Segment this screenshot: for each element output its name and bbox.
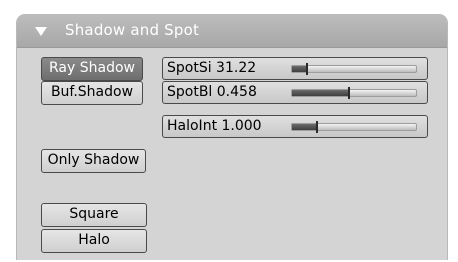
spot-size-handle[interactable] <box>305 63 308 75</box>
halo-intensity-slider[interactable]: HaloInt 1.000 <box>162 115 428 138</box>
halo-intensity-track[interactable] <box>291 121 417 133</box>
spot-blend-slider[interactable]: SpotBl 0.458 <box>162 81 428 104</box>
spot-blend-label: SpotBl 0.458 <box>167 84 257 100</box>
halo-intensity-label: HaloInt 1.000 <box>167 118 262 134</box>
spot-blend-track[interactable] <box>291 87 417 99</box>
buf-shadow-button[interactable]: Buf.Shadow <box>41 81 143 105</box>
shadow-and-spot-panel: Shadow and Spot Ray Shadow Buf.Shadow On… <box>16 14 448 260</box>
spot-size-track[interactable] <box>291 63 417 75</box>
ray-shadow-button[interactable]: Ray Shadow <box>41 57 143 81</box>
halo-intensity-fill <box>292 124 317 130</box>
spot-size-label: SpotSi 31.22 <box>167 60 257 76</box>
panel-header[interactable]: Shadow and Spot <box>17 15 447 48</box>
spot-blend-handle[interactable] <box>347 87 350 99</box>
spot-blend-fill <box>292 90 349 96</box>
only-shadow-button[interactable]: Only Shadow <box>41 149 146 173</box>
spot-size-fill <box>292 66 307 72</box>
square-button[interactable]: Square <box>41 203 147 227</box>
panel-title: Shadow and Spot <box>65 21 200 39</box>
spot-size-slider[interactable]: SpotSi 31.22 <box>162 57 428 80</box>
collapse-triangle-icon[interactable] <box>35 27 47 36</box>
halo-intensity-handle[interactable] <box>315 121 318 133</box>
halo-button[interactable]: Halo <box>41 229 147 253</box>
